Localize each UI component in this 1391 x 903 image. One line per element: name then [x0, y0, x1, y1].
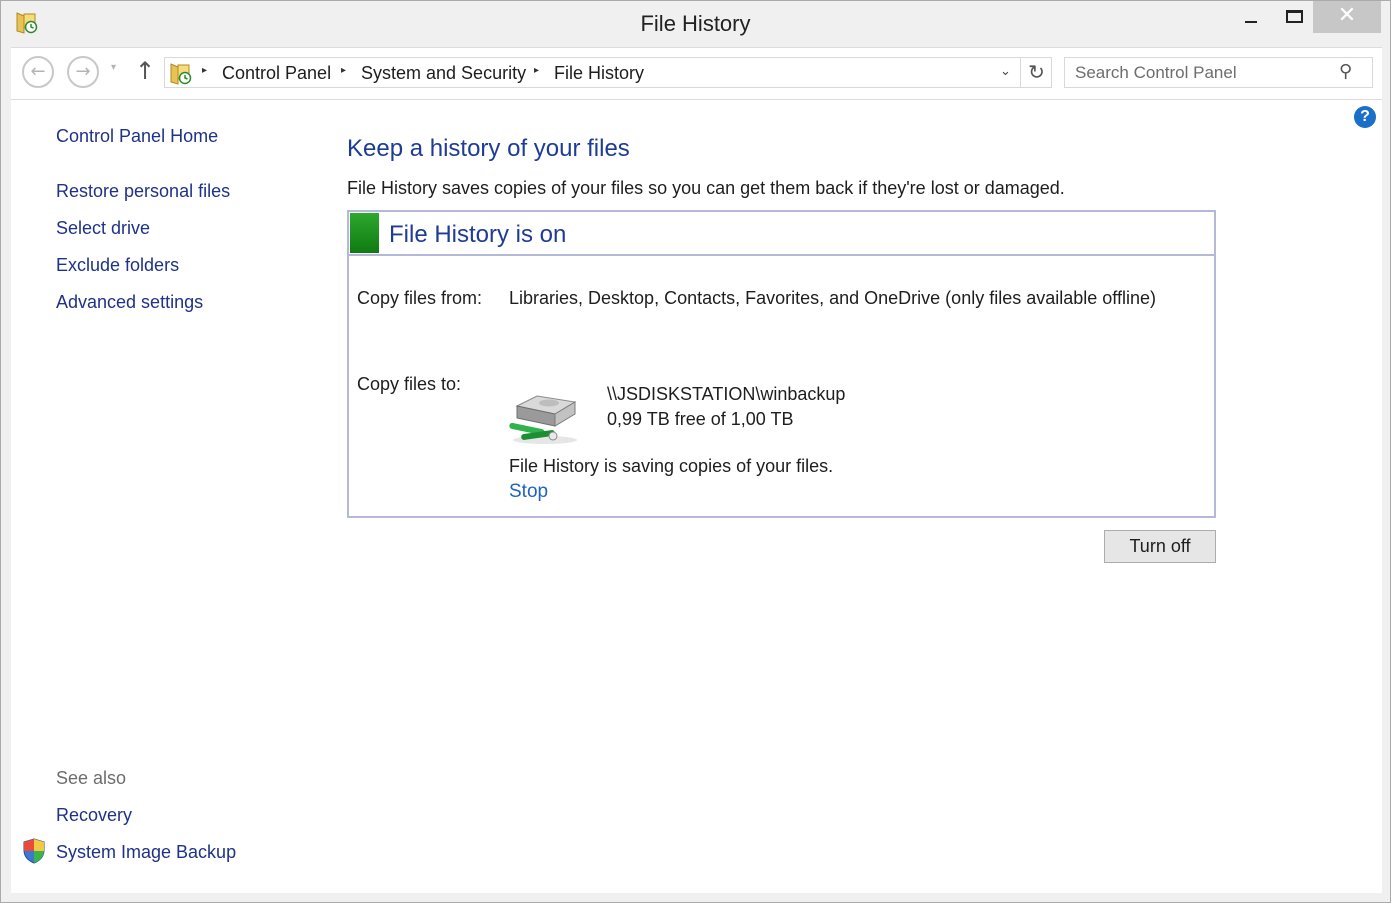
drive-path: \\JSDISKSTATION\winbackup — [607, 384, 846, 404]
stop-link[interactable]: Stop — [509, 481, 548, 503]
file-history-app-icon[interactable] — [15, 10, 39, 34]
search-box[interactable]: ⚲ — [1064, 57, 1373, 88]
sidebar-item-restore-personal-files[interactable]: Restore personal files — [56, 181, 230, 202]
title-bar: File History ✕ — [1, 1, 1390, 47]
see-also-heading: See also — [56, 768, 127, 788]
forward-arrow-icon: → — [75, 61, 91, 82]
copy-from-value: Libraries, Desktop, Contacts, Favorites,… — [509, 288, 1156, 308]
sidebar-item-exclude-folders[interactable]: Exclude folders — [56, 255, 179, 276]
back-arrow-icon: ← — [30, 61, 46, 82]
breadcrumb-control-panel[interactable]: Control Panel — [222, 63, 331, 84]
back-button[interactable]: ← — [22, 56, 54, 88]
breadcrumb-system-and-security[interactable]: System and Security — [361, 63, 526, 84]
see-also-system-image-backup[interactable]: System Image Backup — [56, 842, 236, 863]
breadcrumb-separator-icon[interactable]: ▸ — [202, 65, 207, 76]
status-indicator — [350, 213, 379, 253]
copy-from-label: Copy files from: — [357, 288, 483, 308]
page-title: Keep a history of your files — [347, 135, 630, 162]
navigation-bar: ← → ▾ ↑ ▸ Control Panel ▸ System and Sec… — [11, 47, 1382, 99]
chevron-down-icon: ⌄ — [1000, 64, 1011, 79]
file-history-status-panel: File History is on Copy files from: Libr… — [347, 210, 1216, 518]
forward-button[interactable]: → — [67, 56, 99, 88]
status-header: File History is on — [349, 212, 1214, 256]
network-drive-icon — [509, 395, 577, 444]
drive-free-space: 0,99 TB free of 1,00 TB — [607, 409, 794, 429]
window-title: File History — [640, 11, 751, 36]
saving-status: File History is saving copies of your fi… — [509, 456, 834, 476]
page-description: File History saves copies of your files … — [347, 178, 1065, 198]
see-also-recovery[interactable]: Recovery — [56, 805, 132, 826]
address-history-dropdown[interactable]: ⌄ — [1000, 64, 1011, 79]
maximize-button[interactable] — [1275, 1, 1313, 33]
address-bar[interactable]: ▸ Control Panel ▸ System and Security ▸ … — [164, 57, 1052, 88]
recent-locations-button[interactable]: ▾ — [111, 62, 116, 73]
sidebar-item-select-drive[interactable]: Select drive — [56, 218, 150, 239]
minimize-button[interactable] — [1229, 1, 1275, 33]
status-title: File History is on — [389, 221, 567, 248]
sidebar-control-panel-home[interactable]: Control Panel Home — [56, 126, 218, 147]
content-area: ? Control Panel Home Restore personal fi… — [11, 99, 1382, 893]
maximize-icon — [1286, 10, 1303, 23]
up-arrow-icon: ↑ — [135, 57, 156, 85]
close-icon: ✕ — [1337, 3, 1357, 28]
copy-to-label: Copy files to: — [357, 374, 462, 394]
search-icon[interactable]: ⚲ — [1339, 61, 1352, 82]
refresh-icon: ↻ — [1028, 60, 1045, 84]
sidebar-item-advanced-settings[interactable]: Advanced settings — [56, 292, 203, 313]
refresh-button[interactable]: ↻ — [1020, 58, 1052, 87]
close-button[interactable]: ✕ — [1313, 1, 1381, 33]
uac-shield-icon — [23, 838, 45, 864]
file-history-location-icon — [170, 63, 192, 85]
breadcrumb-separator-icon[interactable]: ▸ — [534, 65, 539, 76]
turn-off-button[interactable]: Turn off — [1104, 530, 1216, 563]
file-history-window: File History ✕ ← → ▾ ↑ ▸ Control Panel ▸… — [0, 0, 1391, 903]
minimize-icon — [1245, 21, 1257, 23]
up-button[interactable]: ↑ — [135, 57, 155, 85]
search-input[interactable] — [1065, 58, 1335, 87]
breadcrumb-separator-icon[interactable]: ▸ — [341, 65, 346, 76]
breadcrumb-file-history[interactable]: File History — [554, 63, 644, 84]
help-icon[interactable]: ? — [1354, 106, 1376, 128]
chevron-down-icon: ▾ — [111, 62, 117, 73]
